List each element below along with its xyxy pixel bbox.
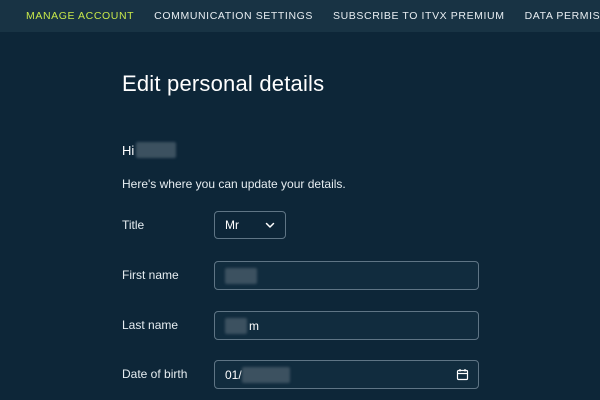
first-name-input[interactable]	[214, 261, 479, 290]
tab-communication-settings[interactable]: COMMUNICATION SETTINGS	[154, 10, 313, 22]
calendar-icon[interactable]	[456, 368, 469, 381]
dob-label: Date of birth	[122, 367, 188, 381]
last-name-input[interactable]: m	[214, 311, 479, 340]
redacted-dob	[241, 366, 290, 383]
title-select[interactable]: Mr	[214, 211, 286, 239]
dob-visible-text: 01/	[225, 367, 242, 382]
title-select-value: Mr	[225, 218, 239, 232]
dob-input[interactable]: 01/	[214, 360, 479, 389]
last-name-visible-text: m	[249, 318, 259, 333]
intro-text: Here's where you can update your details…	[122, 177, 346, 191]
tab-data-permissions[interactable]: DATA PERMISSIONS	[525, 10, 600, 22]
redacted-last-name	[225, 317, 247, 334]
chevron-down-icon	[265, 222, 275, 228]
page-title: Edit personal details	[122, 71, 325, 96]
tab-manage-account[interactable]: MANAGE ACCOUNT	[26, 10, 134, 22]
redacted-first-name	[225, 267, 257, 284]
first-name-label: First name	[122, 268, 179, 282]
account-nav: MANAGE ACCOUNT COMMUNICATION SETTINGS SU…	[0, 0, 600, 32]
greeting-prefix: Hi	[122, 142, 135, 158]
greeting: Hi	[122, 142, 177, 158]
last-name-label: Last name	[122, 318, 179, 332]
tab-subscribe-premium[interactable]: SUBSCRIBE TO ITVX PREMIUM	[333, 10, 505, 22]
title-label: Title	[122, 218, 145, 232]
redacted-name	[136, 142, 177, 158]
